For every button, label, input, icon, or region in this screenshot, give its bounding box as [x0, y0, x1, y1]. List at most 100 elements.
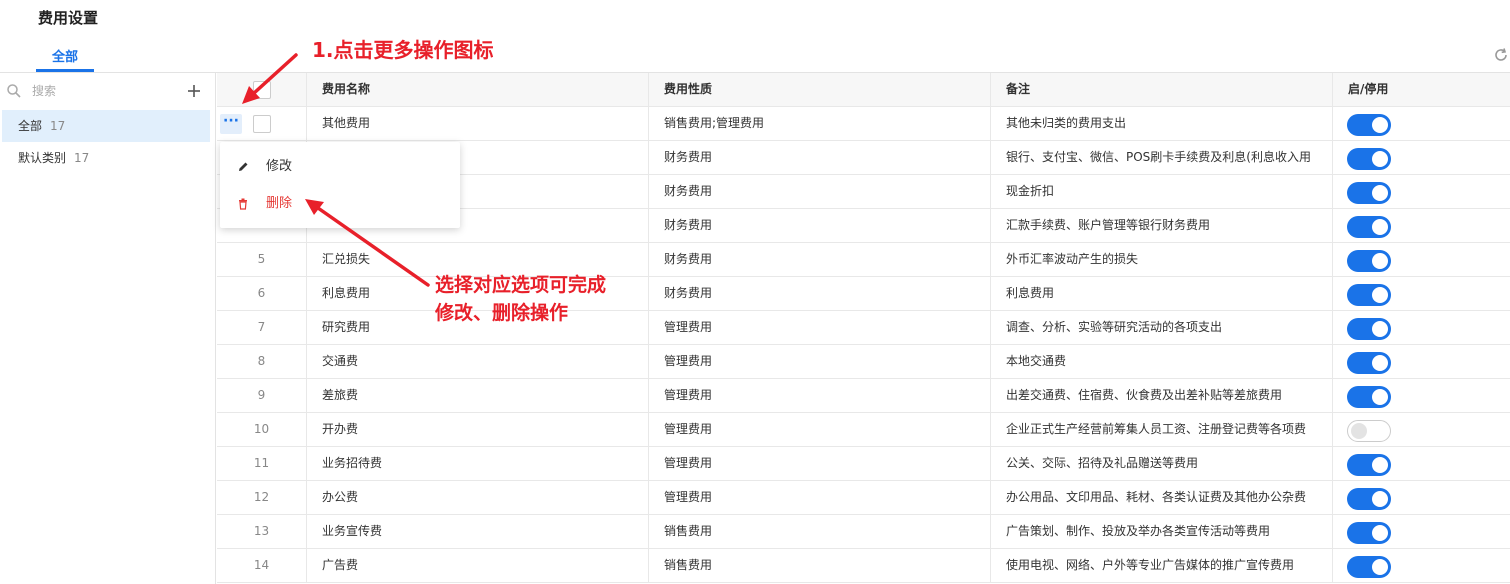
category-item-default[interactable]: 默认类别 17: [2, 142, 210, 174]
row-note: 银行、支付宝、微信、POS刷卡手续费及利息(利息收入用: [991, 141, 1333, 175]
row-note: 出差交通费、住宿费、伙食费及出差补贴等差旅费用: [991, 379, 1333, 413]
row-status: [1333, 447, 1510, 481]
row-index: 7: [217, 311, 307, 345]
refresh-icon[interactable]: [1493, 47, 1509, 63]
search-input[interactable]: [32, 81, 172, 101]
row-note: 外币汇率波动产生的损失: [991, 243, 1333, 277]
category-count: 17: [50, 119, 66, 133]
toggle-knob: [1372, 389, 1388, 405]
row-note: 本地交通费: [991, 345, 1333, 379]
table-row: 5 汇兑损失 财务费用 外币汇率波动产生的损失: [217, 243, 1510, 277]
row-nature: 财务费用: [649, 141, 991, 175]
table-row: 12 办公费 管理费用 办公用品、文印用品、耗材、各类认证费及其他办公杂费: [217, 481, 1510, 515]
enable-toggle[interactable]: [1347, 556, 1391, 578]
row-nature: 管理费用: [649, 447, 991, 481]
category-count: 17: [74, 151, 90, 165]
row-index: ···: [217, 107, 307, 141]
enable-toggle[interactable]: [1347, 318, 1391, 340]
enable-toggle[interactable]: [1347, 182, 1391, 204]
more-actions-menu: 修改 删除: [220, 142, 460, 228]
category-label: 全部: [18, 119, 43, 133]
table-row: 8 交通费 管理费用 本地交通费: [217, 345, 1510, 379]
row-status: [1333, 311, 1510, 345]
row-nature: 财务费用: [649, 277, 991, 311]
row-nature: 管理费用: [649, 345, 991, 379]
toggle-knob: [1372, 491, 1388, 507]
toggle-knob: [1372, 525, 1388, 541]
pencil-icon: [239, 162, 248, 171]
enable-toggle[interactable]: [1347, 522, 1391, 544]
row-name: 差旅费: [307, 379, 649, 413]
row-note: 公关、交际、招待及礼品赠送等费用: [991, 447, 1333, 481]
row-status: [1333, 175, 1510, 209]
table-row: ··· 其他费用 销售费用;管理费用 其他未归类的费用支出: [217, 107, 1510, 141]
toggle-knob: [1372, 321, 1388, 337]
category-search: [0, 73, 215, 109]
row-status: [1333, 515, 1510, 549]
enable-toggle[interactable]: [1347, 114, 1391, 136]
category-label: 默认类别: [18, 151, 67, 165]
trash-icon: [239, 198, 247, 210]
annotation-step1: 1.点击更多操作图标: [312, 38, 494, 62]
enable-toggle[interactable]: [1347, 420, 1391, 442]
row-status: [1333, 549, 1510, 583]
row-note: 企业正式生产经营前筹集人员工资、注册登记费等各项费: [991, 413, 1333, 447]
row-nature: 销售费用;管理费用: [649, 107, 991, 141]
toggle-knob: [1351, 423, 1367, 439]
toggle-knob: [1372, 185, 1388, 201]
row-name: 其他费用: [307, 107, 649, 141]
row-checkbox[interactable]: [253, 115, 271, 133]
enable-toggle[interactable]: [1347, 284, 1391, 306]
row-note: 利息费用: [991, 277, 1333, 311]
enable-toggle[interactable]: [1347, 488, 1391, 510]
row-status: [1333, 277, 1510, 311]
table-header-row: 费用名称 费用性质 备注 启/停用: [217, 73, 1510, 107]
enable-toggle[interactable]: [1347, 148, 1391, 170]
toggle-knob: [1372, 559, 1388, 575]
row-index: 13: [217, 515, 307, 549]
row-index: 12: [217, 481, 307, 515]
enable-toggle[interactable]: [1347, 216, 1391, 238]
row-name: 业务招待费: [307, 447, 649, 481]
row-note: 办公用品、文印用品、耗材、各类认证费及其他办公杂费: [991, 481, 1333, 515]
row-name: 业务宣传费: [307, 515, 649, 549]
row-note: 现金折扣: [991, 175, 1333, 209]
menu-item-label: 删除: [266, 196, 293, 211]
row-nature: 财务费用: [649, 175, 991, 209]
enable-toggle[interactable]: [1347, 352, 1391, 374]
add-category-icon[interactable]: [186, 83, 202, 99]
tab-all[interactable]: 全部: [36, 46, 94, 65]
table-row: 10 开办费 管理费用 企业正式生产经营前筹集人员工资、注册登记费等各项费: [217, 413, 1510, 447]
annotation-step2-line1: 选择对应选项可完成: [435, 274, 607, 296]
row-status: [1333, 345, 1510, 379]
menu-item-edit[interactable]: 修改: [220, 149, 460, 185]
row-index: 14: [217, 549, 307, 583]
row-status: [1333, 141, 1510, 175]
header-note: 备注: [991, 73, 1333, 107]
table-row: 9 差旅费 管理费用 出差交通费、住宿费、伙食费及出差补贴等差旅费用: [217, 379, 1510, 413]
category-item-all[interactable]: 全部 17: [2, 110, 210, 142]
enable-toggle[interactable]: [1347, 250, 1391, 272]
row-note: 广告策划、制作、投放及举办各类宣传活动等费用: [991, 515, 1333, 549]
menu-item-delete[interactable]: 删除: [220, 186, 460, 222]
category-sidebar: 全部 17 默认类别 17: [0, 73, 216, 584]
row-nature: 管理费用: [649, 481, 991, 515]
row-name: 交通费: [307, 345, 649, 379]
header-nature: 费用性质: [649, 73, 991, 107]
row-index: 8: [217, 345, 307, 379]
select-all-checkbox[interactable]: [253, 81, 271, 99]
table-row: 6 利息费用 财务费用 利息费用: [217, 277, 1510, 311]
row-status: [1333, 209, 1510, 243]
row-name: 开办费: [307, 413, 649, 447]
row-nature: 销售费用: [649, 515, 991, 549]
toggle-knob: [1372, 117, 1388, 133]
table-row: 13 业务宣传费 销售费用 广告策划、制作、投放及举办各类宣传活动等费用: [217, 515, 1510, 549]
enable-toggle[interactable]: [1347, 454, 1391, 476]
row-nature: 管理费用: [649, 379, 991, 413]
page-title: 费用设置: [38, 9, 99, 27]
toggle-knob: [1372, 355, 1388, 371]
row-status: [1333, 243, 1510, 277]
more-actions-icon[interactable]: ···: [220, 114, 242, 134]
row-index: 5: [217, 243, 307, 277]
enable-toggle[interactable]: [1347, 386, 1391, 408]
